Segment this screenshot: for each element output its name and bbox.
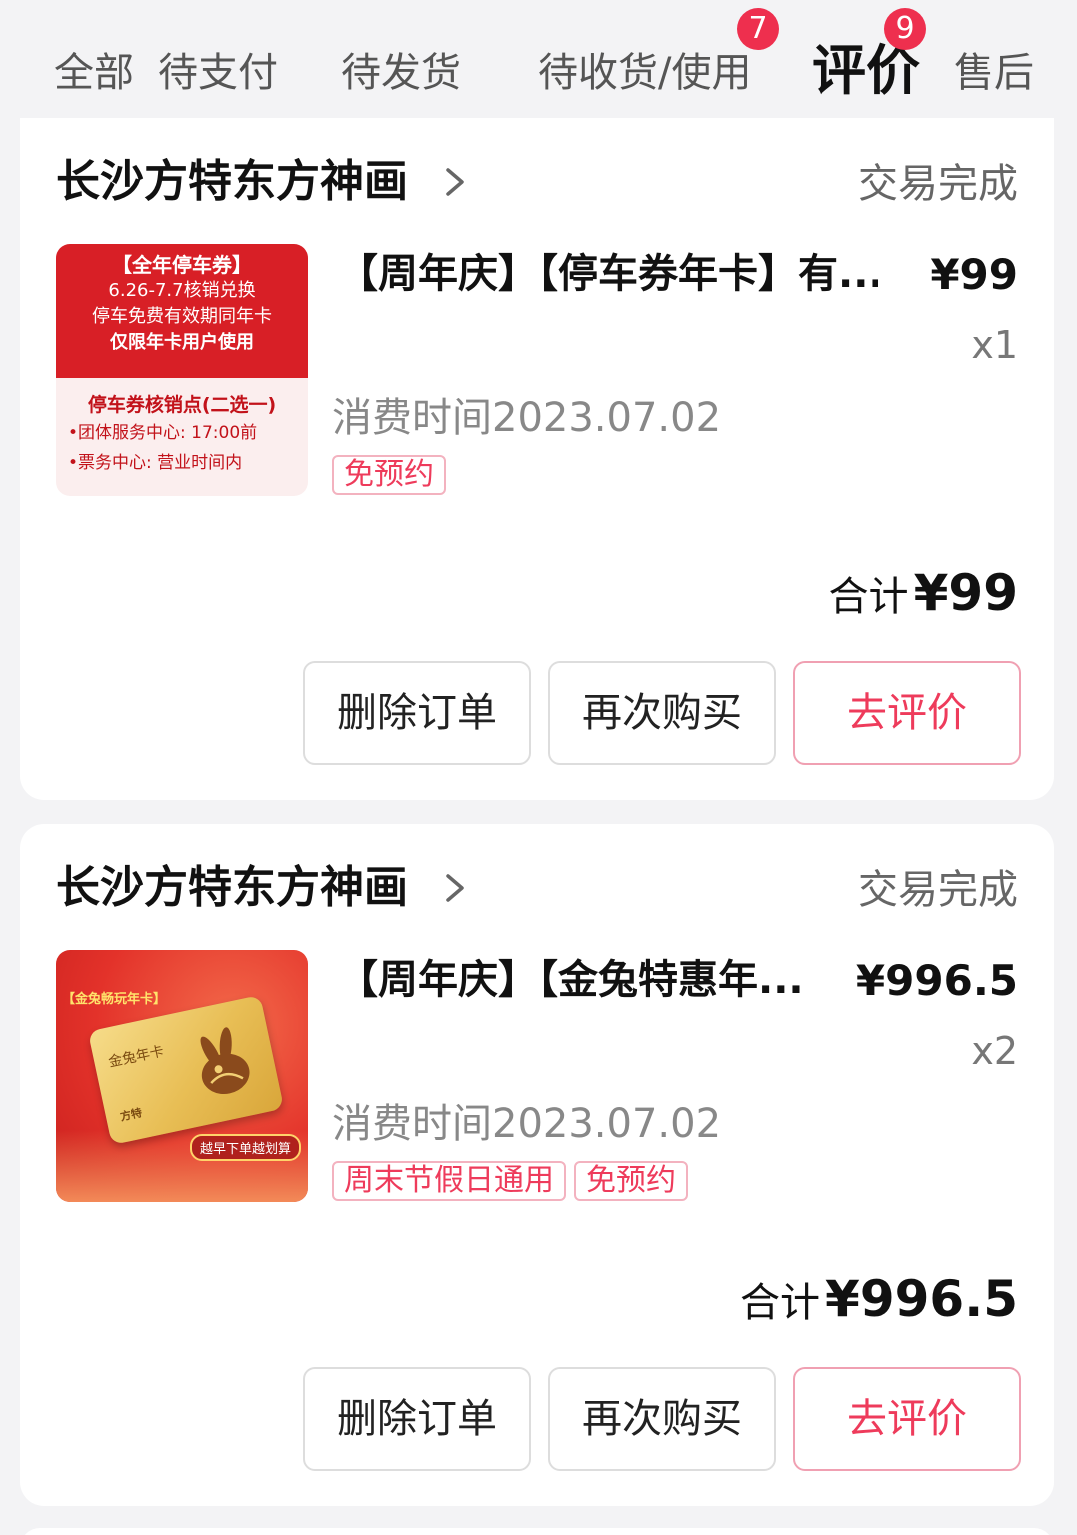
thumbnail-label: 【金兔畅玩年卡】 — [62, 992, 167, 1007]
delete-order-button[interactable]: 删除订单 — [303, 661, 531, 765]
thumbnail-line: •票务中心: 营业时间内 — [68, 453, 243, 473]
total-amount: ¥996.5 — [825, 1270, 1018, 1328]
order-card-partial — [20, 1528, 1054, 1535]
thumbnail-top-banner: 【全年停车券】 6.26-7.7核销兑换 停车免费有效期同年卡 仅限年卡用户使用 — [56, 244, 308, 378]
quantity: x2 — [971, 1029, 1018, 1073]
product-tags: 免预约 — [332, 455, 446, 495]
review-count-badge: 9 — [884, 8, 926, 50]
tab-pending-receipt[interactable]: 待收货/使用 — [538, 50, 751, 96]
order-card: 长沙方特东方神画 交易完成 【金兔畅玩年卡】 金兔年卡 方特 越早下单越划算 【… — [20, 824, 1054, 1506]
order-card: 长沙方特东方神画 交易完成 【全年停车券】 6.26-7.7核销兑换 停车免费有… — [20, 118, 1054, 800]
thumbnail-bottom-info: 停车券核销点(二选一) •团体服务中心: 17:00前 •票务中心: 营业时间内 — [56, 378, 308, 496]
chevron-right-icon[interactable] — [440, 164, 472, 200]
rabbit-icon — [200, 1027, 250, 1095]
tab-pending-payment[interactable]: 待支付 — [158, 50, 278, 96]
product-thumbnail[interactable]: 【全年停车券】 6.26-7.7核销兑换 停车免费有效期同年卡 仅限年卡用户使用… — [56, 244, 308, 496]
order-total: 合计 ¥99 — [829, 564, 1018, 622]
total-label: 合计 — [739, 1280, 820, 1326]
product-title[interactable]: 【周年庆】【金兔特惠年... — [338, 956, 878, 1004]
thumbnail-line: 仅限年卡用户使用 — [110, 332, 254, 353]
total-amount: ¥99 — [913, 564, 1018, 622]
product-tags: 周末节假日通用 免预约 — [332, 1161, 688, 1201]
order-status: 交易完成 — [858, 867, 1018, 913]
unit-price: ¥996.5 — [855, 956, 1018, 1005]
thumbnail-line: 停车免费有效期同年卡 — [92, 306, 272, 327]
thumbnail-line: 【全年停车券】 — [112, 253, 252, 277]
tab-after-sales[interactable]: 售后 — [954, 50, 1034, 96]
total-label: 合计 — [828, 574, 909, 620]
product-title[interactable]: 【周年庆】【停车券年卡】有... — [338, 250, 878, 298]
write-review-button[interactable]: 去评价 — [793, 1367, 1021, 1471]
tag-no-reservation: 免预约 — [574, 1161, 688, 1201]
thumbnail-line: •团体服务中心: 17:00前 — [68, 423, 258, 443]
tab-all[interactable]: 全部 — [54, 50, 134, 96]
quantity: x1 — [971, 323, 1018, 367]
buy-again-button[interactable]: 再次购买 — [548, 1367, 776, 1471]
consume-time: 消费时间2023.07.02 — [332, 1101, 722, 1147]
tab-pending-shipment[interactable]: 待发货 — [341, 50, 461, 96]
consume-time: 消费时间2023.07.02 — [332, 395, 722, 441]
store-name[interactable]: 长沙方特东方神画 — [56, 862, 408, 914]
product-thumbnail[interactable]: 【金兔畅玩年卡】 金兔年卡 方特 越早下单越划算 — [56, 950, 308, 1202]
chevron-right-icon[interactable] — [440, 870, 472, 906]
card-brand: 方特 — [119, 1106, 144, 1124]
unit-price: ¥99 — [930, 250, 1018, 299]
delete-order-button[interactable]: 删除订单 — [303, 1367, 531, 1471]
thumbnail-line: 停车券核销点(二选一) — [87, 394, 277, 416]
buy-again-button[interactable]: 再次购买 — [548, 661, 776, 765]
pending-receipt-count-badge: 7 — [737, 8, 779, 50]
store-name[interactable]: 长沙方特东方神画 — [56, 156, 408, 208]
promo-pill: 越早下单越划算 — [190, 1134, 302, 1161]
thumbnail-line: 6.26-7.7核销兑换 — [108, 280, 256, 301]
order-total: 合计 ¥996.5 — [740, 1270, 1018, 1328]
tag-weekend-holiday: 周末节假日通用 — [332, 1161, 566, 1201]
order-status: 交易完成 — [858, 161, 1018, 207]
write-review-button[interactable]: 去评价 — [793, 661, 1021, 765]
tag-no-reservation: 免预约 — [332, 455, 446, 495]
card-text: 金兔年卡 — [107, 1043, 166, 1071]
